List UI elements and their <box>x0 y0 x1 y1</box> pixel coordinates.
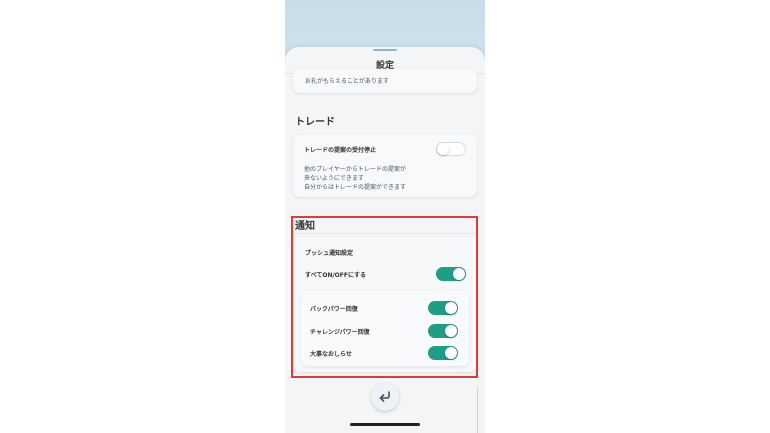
notification-highlight-box <box>291 216 478 378</box>
sheet-grabber[interactable] <box>373 49 397 51</box>
return-arrow-icon <box>379 391 390 402</box>
trade-card: トレードの提案の受付停止 他のプレイヤーからトレードの提案が 来ないようにできま… <box>293 135 477 197</box>
previous-setting-card: お礼がもらえることがあります <box>293 69 477 93</box>
trade-stop-label: トレードの提案の受付停止 <box>304 147 377 154</box>
scrollbar[interactable] <box>477 387 478 433</box>
trade-section-heading: トレード <box>295 117 335 128</box>
home-indicator <box>350 423 420 426</box>
back-button[interactable] <box>371 383 399 411</box>
trade-description-3: 自分からはトレードの提案ができます <box>304 184 407 191</box>
trade-stop-toggle[interactable] <box>436 142 466 156</box>
previous-setting-description: お礼がもらえることがあります <box>305 78 389 85</box>
toggle-knob <box>437 143 449 155</box>
